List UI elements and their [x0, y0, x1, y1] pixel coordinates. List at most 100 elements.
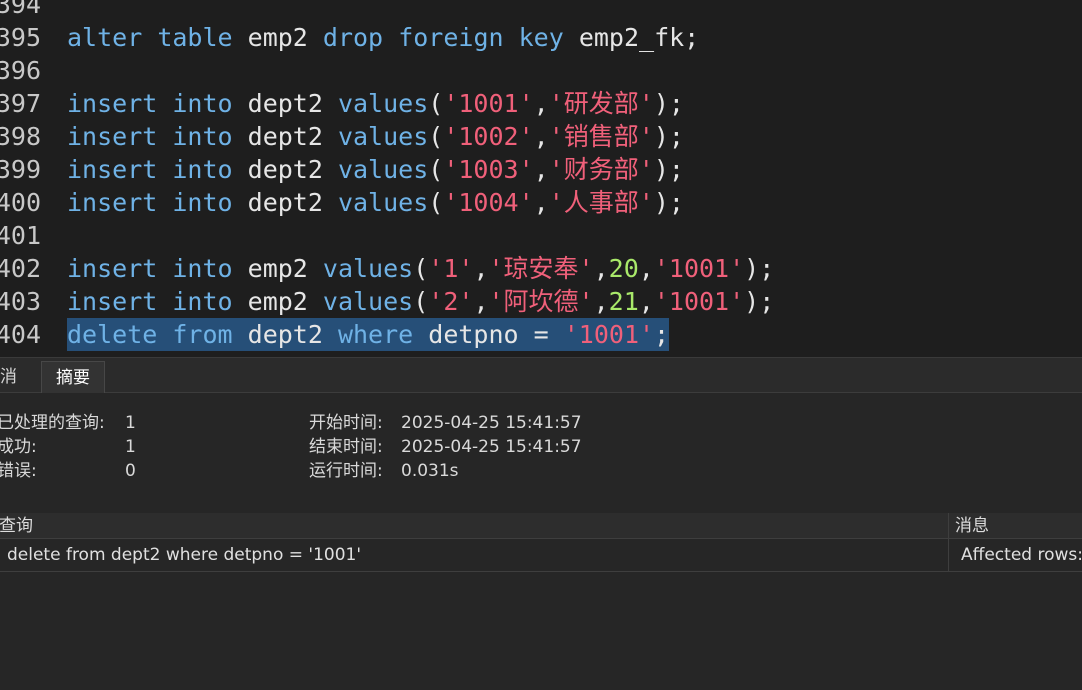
code-line[interactable]: 396	[0, 54, 1082, 87]
line-number: 397	[0, 89, 41, 118]
code-token: alter	[67, 23, 143, 52]
code-token: insert	[67, 287, 158, 316]
code-token: (	[413, 254, 429, 283]
code-token: ,	[533, 89, 549, 118]
tab-summary[interactable]: 摘要	[41, 361, 105, 394]
code-token: );	[653, 89, 684, 118]
code-token: '1001'	[653, 287, 745, 316]
code-token: emp2	[232, 287, 323, 316]
code-token: detpno =	[413, 320, 564, 349]
summary-row-error: 错误: 0 运行时间: 0.031s	[0, 459, 1082, 483]
line-number: 404	[0, 320, 41, 349]
table-row[interactable]: delete from dept2 where detpno = '1001' …	[0, 539, 1082, 572]
code-line[interactable]: 402 insert into emp2 values('1','琼安奉',20,…	[0, 252, 1082, 285]
code-token: '1'	[428, 254, 474, 283]
code-token: '1004'	[443, 188, 534, 217]
results-table: 查询 消息 delete from dept2 where detpno = '…	[0, 513, 1082, 690]
line-number: 396	[0, 56, 41, 85]
summary-row-success: 成功: 1 结束时间: 2025-04-25 15:41:57	[0, 435, 1082, 459]
code-token: );	[653, 188, 684, 217]
processed-value: 1	[125, 413, 136, 433]
code-token: (	[413, 287, 429, 316]
code-text: insert into emp2 values('2','阿坎德',21,'10…	[67, 285, 774, 318]
code-token: ,	[473, 287, 489, 316]
runtime-value: 0.031s	[401, 461, 459, 481]
code-token: (	[428, 89, 444, 118]
code-line[interactable]: 397 insert into dept2 values('1001','研发部'…	[0, 87, 1082, 120]
code-token: emp2	[232, 254, 323, 283]
code-text: insert into dept2 values('1003','财务部');	[67, 153, 684, 186]
code-token: drop	[322, 23, 384, 52]
line-number: 402	[0, 254, 41, 283]
sql-editor[interactable]: 394 395 alter table emp2 drop foreign key …	[0, 0, 1082, 357]
code-token: ,	[593, 287, 609, 316]
line-number: 399	[0, 155, 41, 184]
line-number: 401	[0, 221, 41, 250]
code-token: values	[337, 89, 429, 118]
tab-messages[interactable]: 消息	[0, 361, 40, 420]
code-line[interactable]: 400 insert into dept2 values('1004','人事部'…	[0, 186, 1082, 219]
code-token: ,	[638, 254, 654, 283]
code-text: insert into dept2 values('1001','研发部');	[67, 87, 684, 120]
error-label: 错误:	[0, 461, 37, 481]
code-line[interactable]: 395 alter table emp2 drop foreign key emp…	[0, 21, 1082, 54]
code-text: insert into dept2 values('1004','人事部');	[67, 186, 684, 219]
cell-query: delete from dept2 where detpno = '1001'	[7, 545, 362, 565]
code-token: '2'	[428, 287, 474, 316]
code-token: (	[428, 188, 444, 217]
processed-label: 已处理的查询:	[0, 413, 105, 433]
column-header-message[interactable]: 消息	[955, 513, 989, 539]
code-token: );	[744, 287, 775, 316]
code-token: '研发部'	[548, 89, 654, 118]
column-divider[interactable]	[948, 513, 949, 572]
code-token: '1003'	[443, 155, 534, 184]
code-token: '1001'	[653, 254, 745, 283]
code-token: ,	[533, 188, 549, 217]
end-time-value: 2025-04-25 15:41:57	[401, 437, 582, 457]
code-token: ,	[533, 155, 549, 184]
code-token: key	[518, 23, 564, 52]
line-number: 398	[0, 122, 41, 151]
selected-code-text: delete from dept2 where detpno = '1001';	[67, 318, 670, 351]
code-line[interactable]: 404 delete from dept2 where detpno = '100…	[0, 318, 1082, 351]
code-token: table	[157, 23, 233, 52]
code-token: );	[653, 155, 684, 184]
code-token: ,	[533, 122, 549, 151]
code-token: values	[337, 188, 429, 217]
code-line[interactable]: 399 insert into dept2 values('1003','财务部'…	[0, 153, 1082, 186]
code-line[interactable]: 403 insert into emp2 values('2','阿坎德',21,…	[0, 285, 1082, 318]
code-token: values	[322, 287, 414, 316]
line-number: 403	[0, 287, 41, 316]
code-token: dept2	[232, 188, 338, 217]
code-token: ;	[654, 320, 670, 349]
line-number: 395	[0, 23, 41, 52]
code-text: insert into dept2 values('1002','销售部');	[67, 120, 684, 153]
code-token: '1001'	[443, 89, 534, 118]
code-token: into	[172, 188, 233, 217]
code-token: ,	[473, 254, 489, 283]
code-line[interactable]: 398 insert into dept2 values('1002','销售部'…	[0, 120, 1082, 153]
line-number: 394	[0, 0, 41, 19]
code-token: '人事部'	[548, 188, 654, 217]
code-line[interactable]: 401	[0, 219, 1082, 252]
line-number: 400	[0, 188, 41, 217]
column-header-query[interactable]: 查询	[0, 513, 33, 539]
results-header: 查询 消息	[0, 513, 1082, 539]
code-token: (	[428, 155, 444, 184]
result-tabbar: 消息 摘要	[0, 357, 1082, 420]
code-token: delete	[67, 320, 158, 349]
code-token: where	[337, 320, 414, 349]
code-line[interactable]: 394	[0, 0, 1082, 21]
code-token: values	[337, 155, 429, 184]
code-token: emp2_fk;	[563, 23, 700, 52]
start-time-label: 开始时间:	[309, 413, 383, 433]
code-token: insert	[67, 155, 158, 184]
code-token: insert	[67, 89, 158, 118]
code-token: insert	[67, 122, 158, 151]
code-token: '销售部'	[548, 122, 654, 151]
code-token: 20	[608, 254, 639, 283]
